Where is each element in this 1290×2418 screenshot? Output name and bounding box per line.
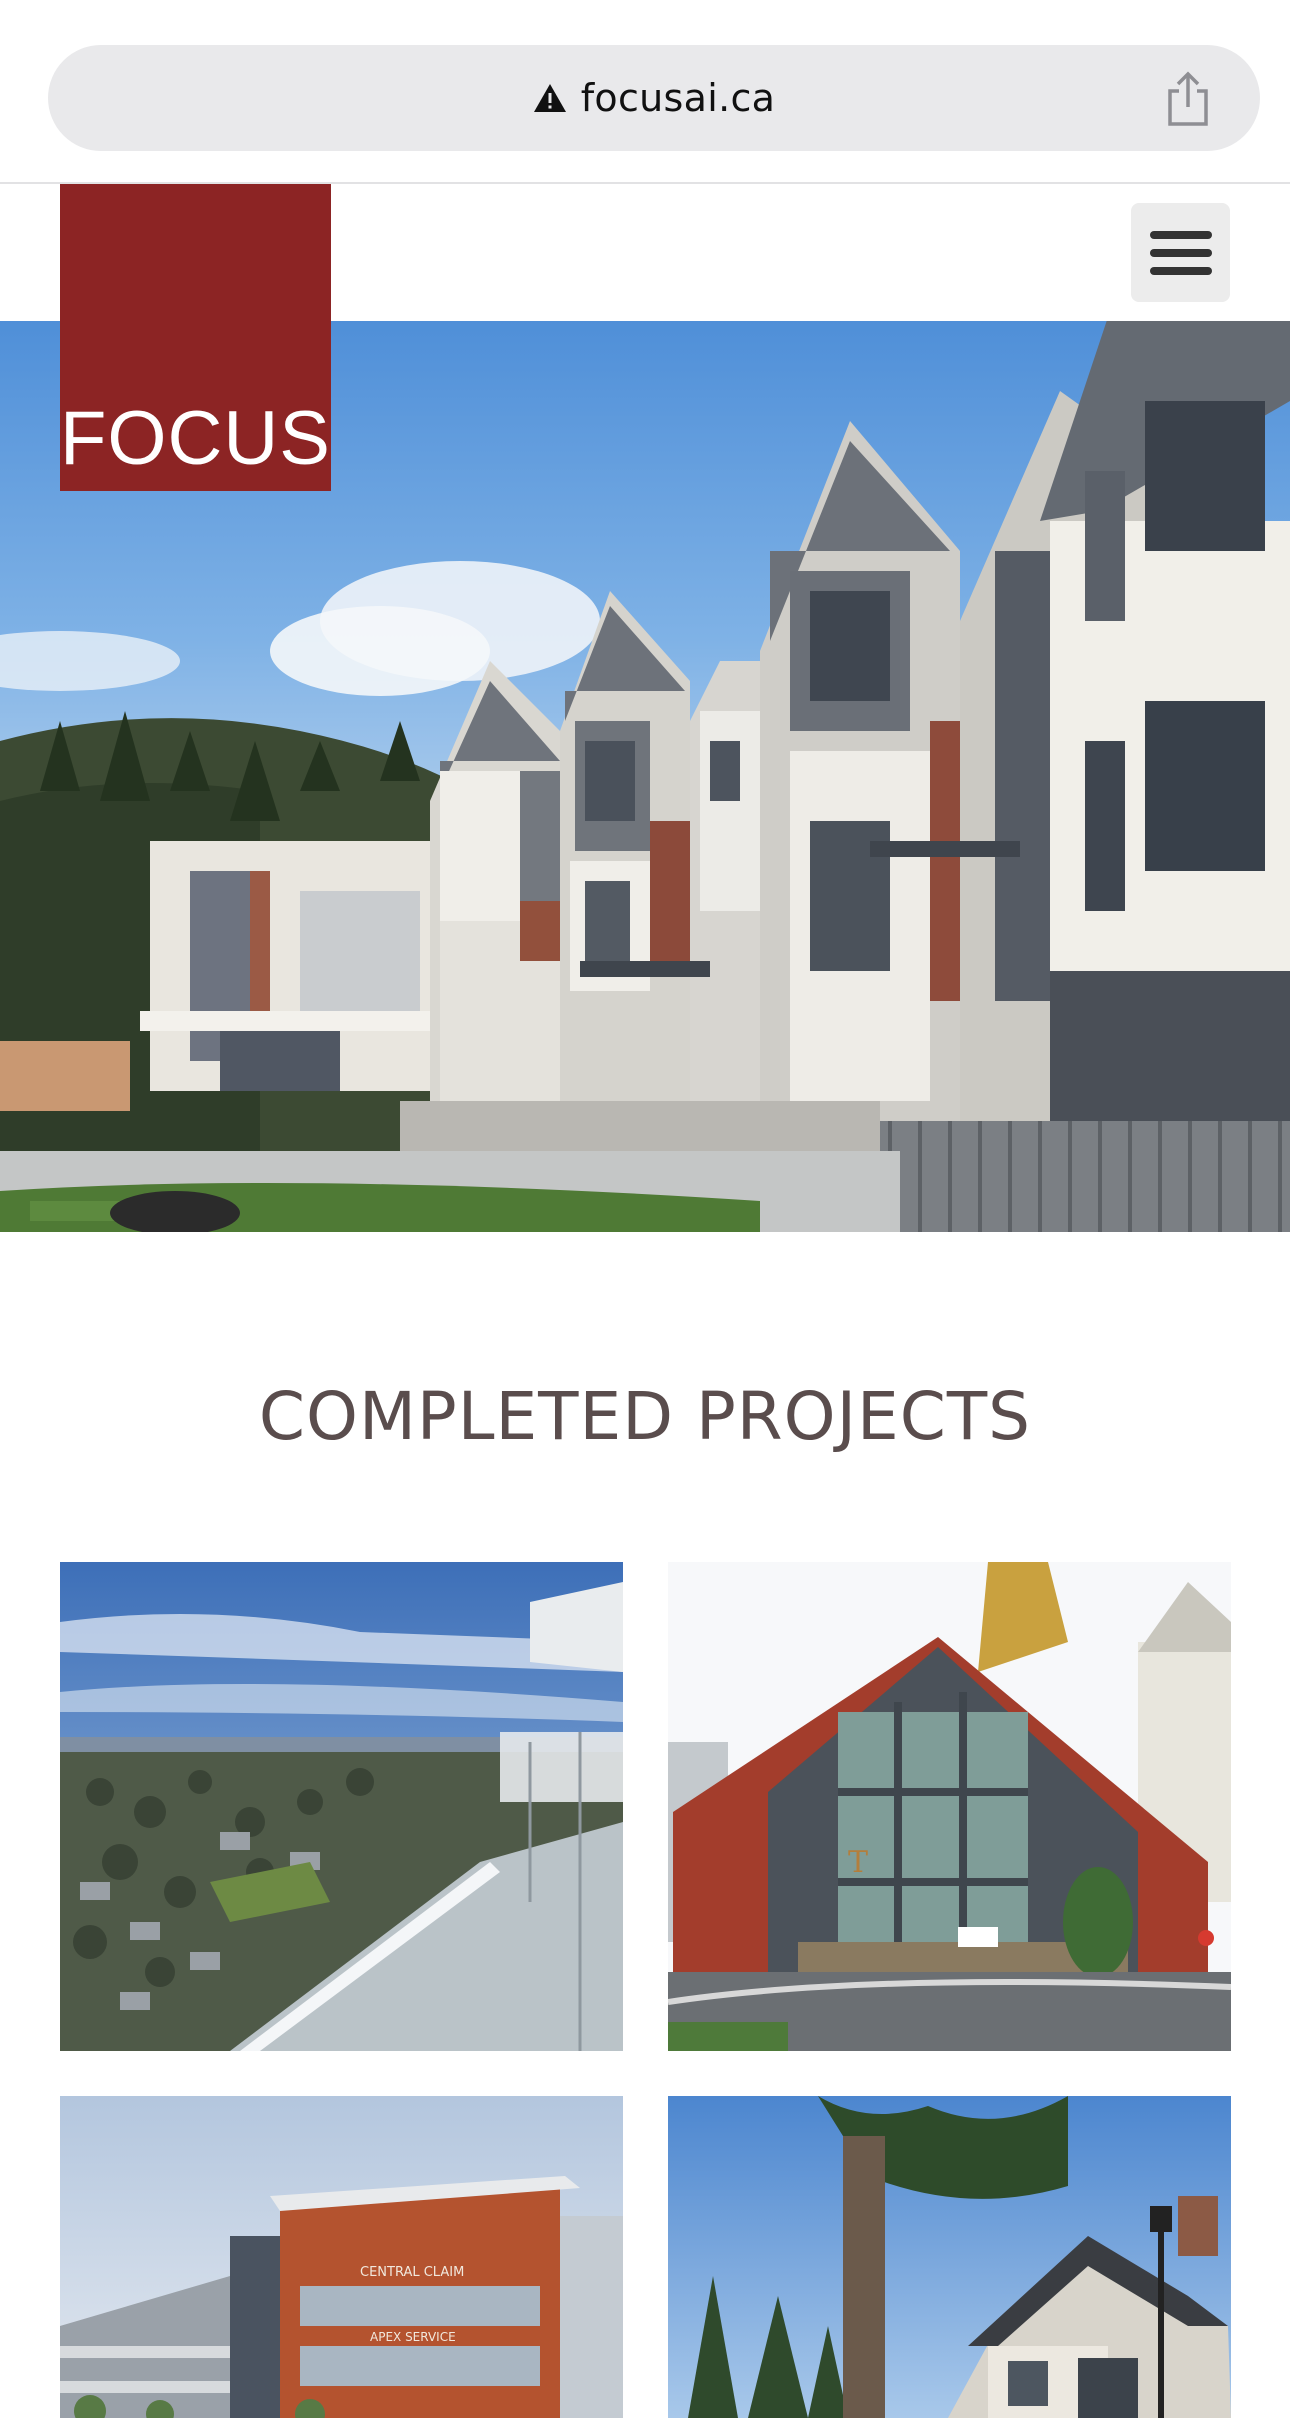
url-text: focusai.ca bbox=[580, 76, 776, 120]
url-field[interactable]: focusai.ca bbox=[48, 45, 1260, 151]
hamburger-menu-icon bbox=[1149, 230, 1212, 275]
menu-button[interactable] bbox=[1131, 203, 1230, 302]
url-display: focusai.ca bbox=[48, 45, 1260, 151]
browser-address-bar: focusai.ca bbox=[0, 0, 1290, 184]
office-sign-1: CENTRAL CLAIM bbox=[360, 2265, 464, 2280]
share-icon bbox=[1168, 71, 1208, 126]
office-sign-2: APEX SERVICE bbox=[370, 2330, 456, 2344]
focus-logo[interactable]: FOCUS bbox=[60, 184, 331, 491]
project-tile-pavilion-house[interactable]: T bbox=[668, 1562, 1231, 2051]
project-tile-office-building[interactable]: CENTRAL CLAIM APEX SERVICE bbox=[60, 2096, 623, 2418]
project-tile-craftsman-house[interactable] bbox=[668, 2096, 1231, 2418]
project-tile-aerial-view[interactable] bbox=[60, 1562, 623, 2051]
share-button[interactable] bbox=[1160, 69, 1216, 129]
warning-triangle-icon bbox=[533, 84, 566, 112]
logo-text: FOCUS bbox=[60, 396, 331, 481]
completed-projects-heading: COMPLETED PROJECTS bbox=[258, 1378, 1032, 1455]
pavilion-sign: T bbox=[848, 1845, 868, 1880]
